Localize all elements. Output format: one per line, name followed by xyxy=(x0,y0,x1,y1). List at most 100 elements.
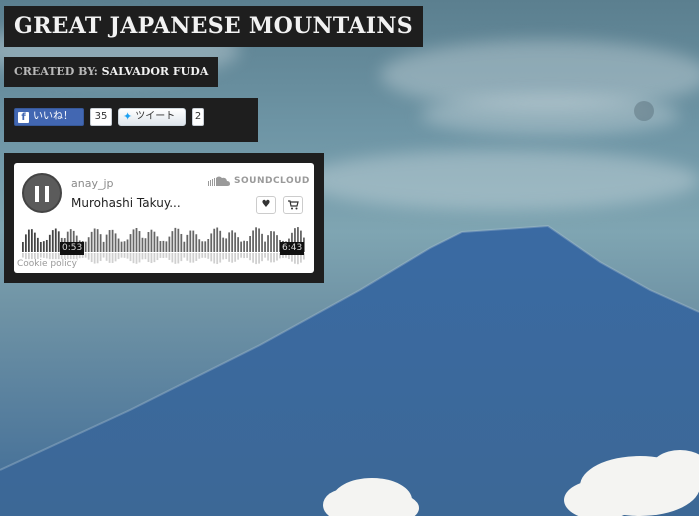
waveform-bar xyxy=(198,239,201,252)
twitter-tweet-button[interactable]: ✦ ツイート xyxy=(118,108,186,126)
waveform-bar xyxy=(135,227,138,252)
waveform-bar xyxy=(42,241,45,252)
waveform-reflection xyxy=(243,253,246,259)
author-name: SALVADOR FUDA xyxy=(101,65,209,78)
waveform-bar xyxy=(234,232,237,252)
waveform-bar xyxy=(132,229,135,252)
waveform-reflection xyxy=(120,253,123,258)
waveform-bar xyxy=(177,228,180,252)
waveform-reflection xyxy=(171,253,174,263)
waveform-reflection xyxy=(147,253,150,262)
waveform-reflection xyxy=(207,253,210,259)
waveform-reflection xyxy=(174,253,177,264)
waveform-bar xyxy=(261,233,263,252)
waveform-reflection xyxy=(144,253,147,260)
waveform-reflection xyxy=(186,253,189,261)
soundcloud-logo[interactable]: SOUNDCLOUD xyxy=(208,176,310,186)
facebook-icon: f xyxy=(18,111,29,123)
waveform-bar xyxy=(90,231,93,252)
waveform-reflection xyxy=(249,253,251,261)
waveform-reflection xyxy=(219,253,222,263)
waveform-bar xyxy=(51,230,54,252)
waveform-bar xyxy=(162,240,165,252)
waveform-reflection xyxy=(141,253,144,260)
soundcloud-icon xyxy=(208,176,230,186)
buy-button[interactable] xyxy=(283,196,303,214)
waveform-bar xyxy=(114,233,117,252)
waveform-bar xyxy=(216,227,219,252)
pause-button[interactable] xyxy=(22,173,62,213)
waveform-bar xyxy=(153,231,156,252)
waveform-reflection xyxy=(99,253,102,262)
waveform-reflection xyxy=(90,253,93,263)
waveform-bar xyxy=(159,241,162,252)
waveform-reflection xyxy=(246,253,248,258)
waveform-reflection xyxy=(87,253,90,260)
waveform-bar xyxy=(267,235,269,252)
waveform-bar xyxy=(87,237,90,252)
waveform-bar xyxy=(30,229,33,252)
waveform-bar xyxy=(183,241,186,252)
waveform-bar xyxy=(33,232,36,252)
waveform-reflection xyxy=(201,253,204,258)
waveform-bar xyxy=(186,234,189,252)
waveform-reflection xyxy=(138,253,141,263)
waveform-reflection xyxy=(270,253,272,263)
waveform-reflection xyxy=(189,253,192,263)
waveform-reflection xyxy=(96,253,99,264)
waveform-reflection xyxy=(93,253,96,264)
waveform-bar xyxy=(27,229,30,252)
waveform-reflection xyxy=(84,253,87,258)
waveform-reflection xyxy=(183,253,186,258)
twitter-tweet-label: ツイート xyxy=(135,111,176,122)
waveform-bar xyxy=(108,230,111,252)
waveform-reflection xyxy=(45,253,48,259)
waveform-reflection xyxy=(258,253,260,264)
facebook-like-label: いいね！ xyxy=(33,111,73,122)
waveform-reflection xyxy=(231,253,234,263)
waveform-bar xyxy=(48,234,51,252)
cart-icon xyxy=(287,200,299,210)
waveform-reflection xyxy=(168,253,171,260)
waveform-bar xyxy=(273,231,275,252)
waveform-bar xyxy=(144,238,147,252)
elapsed-time: 0:53 xyxy=(60,242,85,255)
facebook-like-button[interactable]: f いいね！ xyxy=(14,108,84,126)
page-title: GREAT JAPANESE MOUNTAINS xyxy=(4,6,423,47)
waveform-bar xyxy=(195,234,198,252)
waveform-reflection xyxy=(195,253,198,261)
waveform-reflection xyxy=(102,253,105,258)
waveform-bar xyxy=(147,232,150,252)
social-share-bar: f いいね！ 35 ✦ ツイート 2 xyxy=(4,98,258,142)
waveform-reflection xyxy=(39,253,42,258)
waveform-reflection xyxy=(267,253,269,261)
waveform-reflection xyxy=(156,253,159,261)
waveform-bar xyxy=(201,241,204,252)
waveform-reflection xyxy=(123,253,126,258)
waveform-bar xyxy=(36,237,39,252)
artist-name[interactable]: anay_jp xyxy=(71,177,114,190)
waveform-bar xyxy=(207,239,210,252)
waveform-bar xyxy=(222,237,225,252)
like-button[interactable]: ♥ xyxy=(256,196,276,214)
waveform-bar xyxy=(39,241,42,252)
waveform-reflection xyxy=(225,253,228,260)
waveform-bar xyxy=(171,231,174,252)
heart-icon: ♥ xyxy=(261,199,271,210)
waveform-bar xyxy=(192,230,195,252)
facebook-like-count: 35 xyxy=(90,108,112,126)
waveform-bar xyxy=(45,239,48,252)
waveform-bar xyxy=(93,228,96,252)
waveform-bar xyxy=(141,237,144,252)
waveform-bar xyxy=(84,241,87,252)
byline-label: CREATED BY: xyxy=(14,65,98,78)
waveform-bar xyxy=(129,234,132,252)
track-title[interactable]: Murohashi Takuy... xyxy=(71,196,201,210)
cookie-policy-link[interactable]: Cookie policy xyxy=(17,259,77,269)
waveform-reflection xyxy=(42,253,45,258)
waveform-bar xyxy=(123,241,126,252)
waveform-bar xyxy=(180,233,183,252)
waveform-reflection xyxy=(22,253,24,258)
waveform-reflection xyxy=(234,253,237,262)
waveform-reflection xyxy=(198,253,201,259)
